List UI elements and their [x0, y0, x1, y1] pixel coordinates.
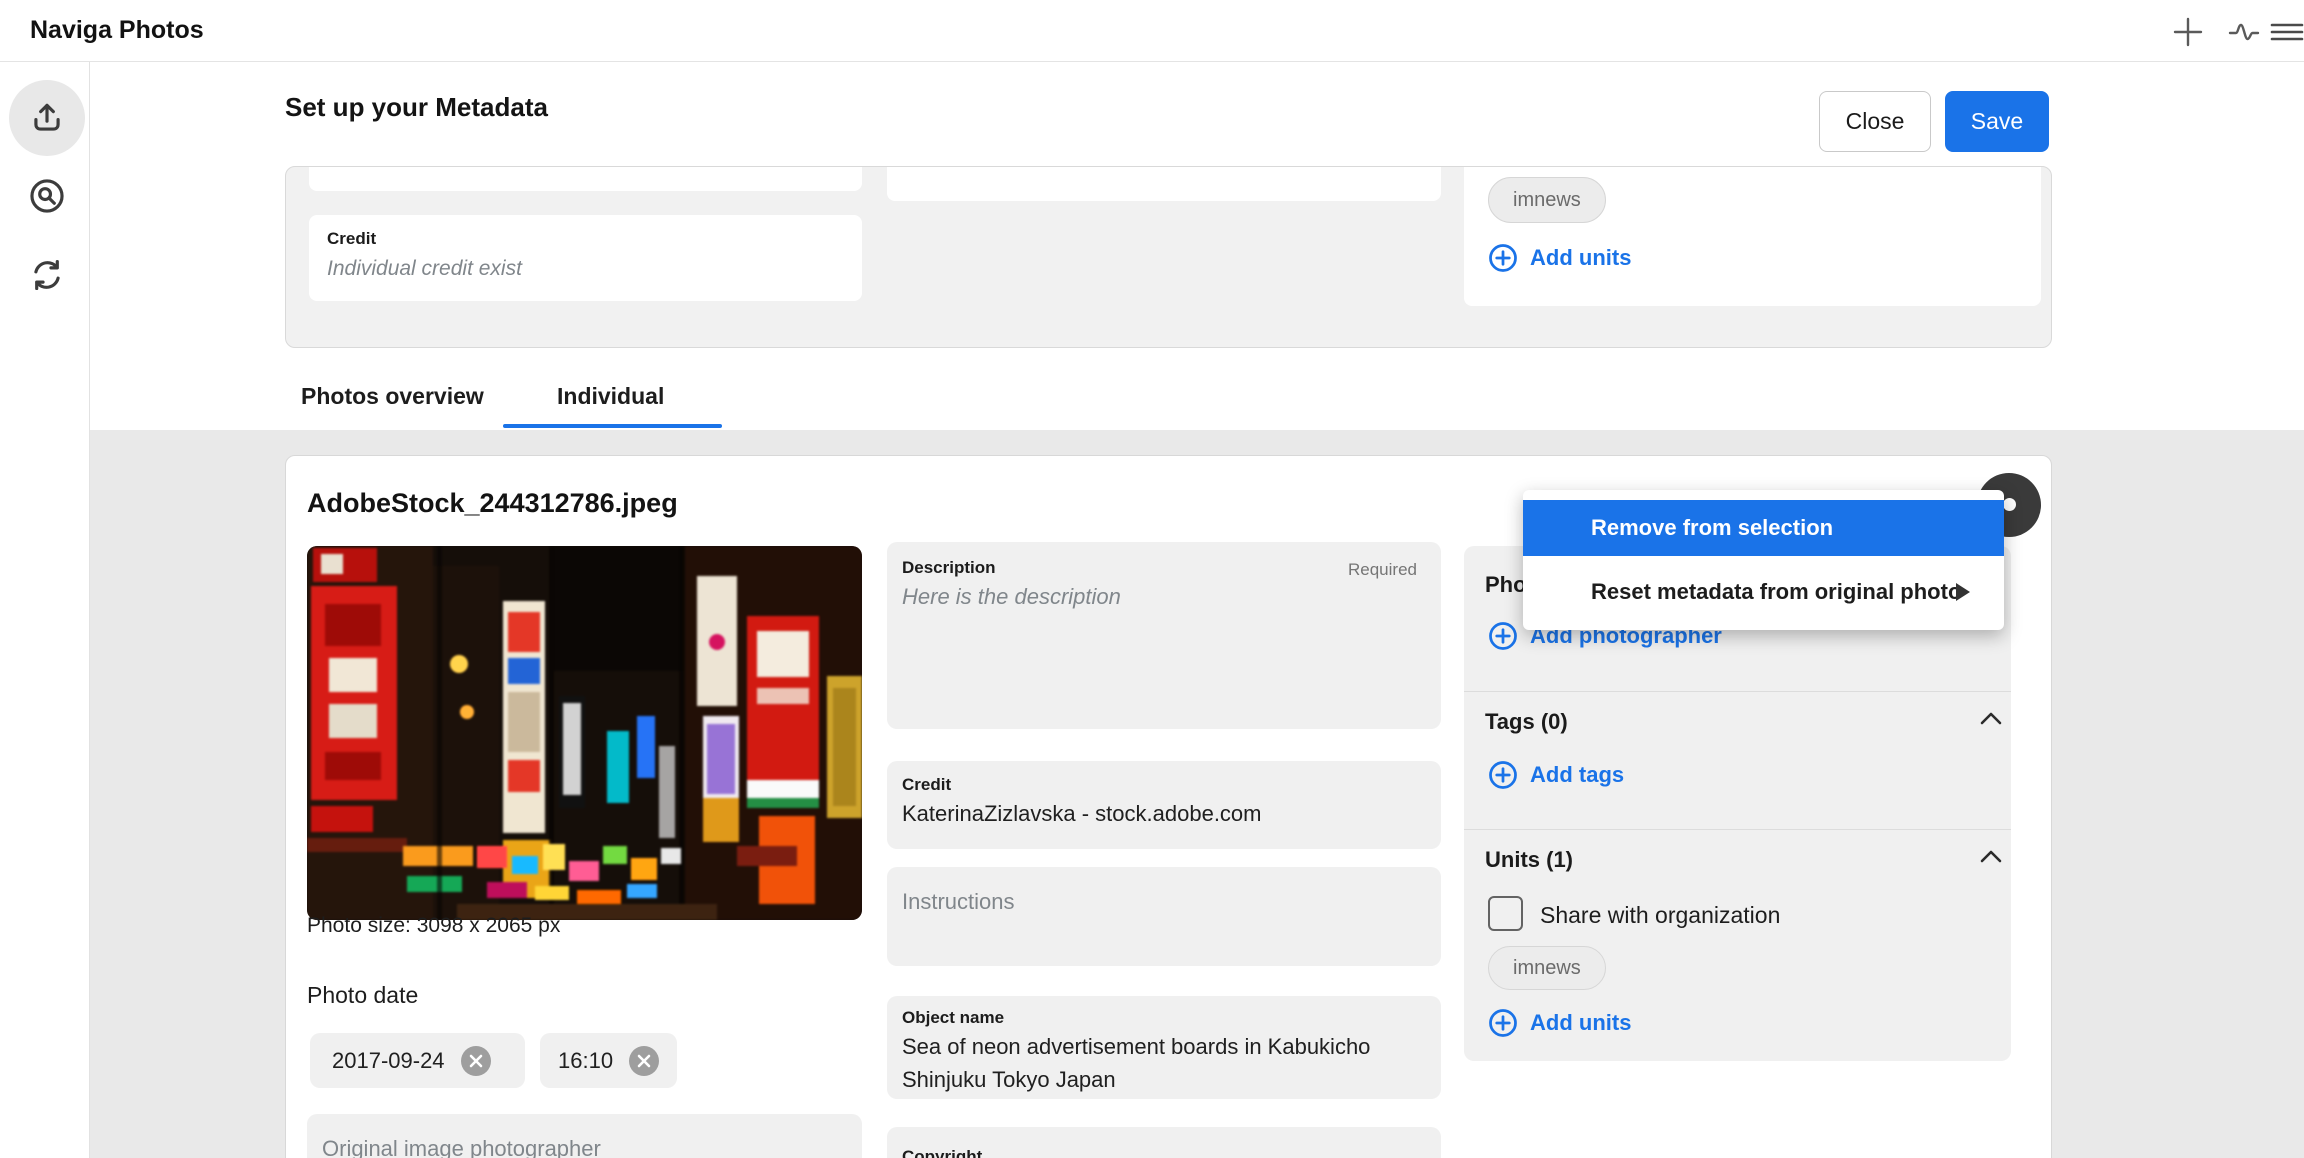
collapse-tags-icon[interactable] — [1976, 706, 2006, 730]
credit-placeholder: Individual credit exist — [327, 257, 844, 281]
sidebar-item-sync[interactable] — [9, 237, 85, 313]
credit-label: Credit — [902, 775, 1417, 795]
active-tab-indicator — [503, 424, 722, 428]
top-bar: Naviga Photos — [0, 0, 2304, 62]
metadata-header: Set up your Metadata Close Save — [90, 62, 2304, 160]
photo-time-value: 16:10 — [558, 1048, 613, 1074]
menu-icon[interactable] — [2268, 14, 2304, 50]
overview-units-card: imnews Add units — [1464, 166, 2041, 306]
object-name-field[interactable]: Object name Sea of neon advertisement bo… — [887, 996, 1441, 1099]
instructions-placeholder: Instructions — [902, 889, 1417, 915]
neon-street-photo — [307, 546, 862, 920]
copyright-field[interactable]: Copyright — [887, 1127, 1441, 1158]
clear-time-icon[interactable] — [629, 1046, 659, 1076]
plus-circle-icon — [1488, 243, 1518, 273]
share-with-organization-checkbox[interactable] — [1488, 896, 1523, 931]
left-sidebar — [0, 62, 90, 1158]
clear-date-icon[interactable] — [461, 1046, 491, 1076]
object-name-label: Object name — [902, 1008, 1417, 1028]
description-placeholder: Here is the description — [902, 584, 1417, 610]
upload-icon — [28, 99, 66, 137]
unit-chip[interactable]: imnews — [1488, 946, 1606, 990]
add-units-button[interactable]: Add units — [1488, 1008, 1631, 1038]
add-icon[interactable] — [2170, 14, 2206, 50]
photo-context-menu: Remove from selection Reset metadata fro… — [1523, 490, 2004, 630]
naviga-photos-app: Naviga Photos Set up your Metadata Close… — [0, 0, 2304, 1158]
object-name-value: Sea of neon advertisement boards in Kabu… — [902, 1030, 1417, 1096]
photo-date-chip[interactable]: 2017-09-24 — [310, 1033, 525, 1088]
original-photographer-field[interactable]: Original image photographer — [307, 1114, 862, 1158]
menu-item-remove-from-selection[interactable]: Remove from selection — [1523, 500, 2004, 556]
original-photographer-placeholder: Original image photographer — [322, 1136, 838, 1158]
description-field[interactable]: Description Required Here is the descrip… — [887, 542, 1441, 729]
close-button[interactable]: Close — [1819, 91, 1931, 152]
copyright-label: Copyright — [902, 1147, 1417, 1158]
add-units-button[interactable]: Add units — [1488, 243, 1631, 273]
photo-filename: AdobeStock_244312786.jpeg — [307, 488, 678, 519]
tab-photos-overview[interactable]: Photos overview — [301, 383, 484, 410]
credit-label: Credit — [327, 229, 376, 248]
tab-individual[interactable]: Individual — [557, 383, 664, 410]
sync-icon — [28, 256, 66, 294]
activity-icon[interactable] — [2226, 14, 2262, 50]
app-title: Naviga Photos — [30, 16, 204, 45]
photo-date-label: Photo date — [307, 982, 418, 1009]
credit-value: KaterinaZizlavska - stock.adobe.com — [902, 797, 1417, 830]
photo-thumbnail[interactable] — [307, 546, 862, 920]
more-dot-icon — [2003, 498, 2016, 511]
truncated-field-middle[interactable] — [887, 166, 1441, 201]
photographers-section-title: Pho — [1485, 572, 1527, 598]
description-label: Description — [902, 558, 1417, 578]
overview-credit-field[interactable]: Credit Individual credit exist — [309, 215, 862, 301]
photo-size-text: Photo size: 3098 x 2065 px — [307, 914, 560, 938]
add-tags-button[interactable]: Add tags — [1488, 760, 1624, 790]
page-title: Set up your Metadata — [285, 92, 548, 123]
plus-circle-icon — [1488, 621, 1518, 651]
required-badge: Required — [1348, 560, 1417, 580]
instructions-field[interactable]: Instructions — [887, 867, 1441, 966]
photo-time-chip[interactable]: 16:10 — [540, 1033, 677, 1088]
sidebar-item-search[interactable] — [9, 158, 85, 234]
units-section-title: Units (1) — [1485, 847, 1573, 873]
panel-divider — [1464, 691, 2011, 692]
search-icon — [28, 177, 66, 215]
menu-item-reset-metadata[interactable]: Reset metadata from original photo — [1523, 556, 2004, 628]
credit-field[interactable]: Credit KaterinaZizlavska - stock.adobe.c… — [887, 761, 1441, 849]
tags-section-title: Tags (0) — [1485, 709, 1568, 735]
sidebar-item-upload[interactable] — [9, 80, 85, 156]
save-button[interactable]: Save — [1945, 91, 2049, 152]
unit-chip[interactable]: imnews — [1488, 177, 1606, 223]
panel-divider — [1464, 829, 2011, 830]
share-with-organization-label: Share with organization — [1540, 902, 1780, 929]
submenu-arrow-icon — [1956, 583, 1970, 601]
overview-metadata-card: Credit Individual credit exist imnews Ad… — [285, 166, 2052, 348]
plus-circle-icon — [1488, 760, 1518, 790]
plus-circle-icon — [1488, 1008, 1518, 1038]
truncated-field-left[interactable] — [309, 166, 862, 191]
photo-date-value: 2017-09-24 — [332, 1048, 445, 1074]
collapse-units-icon[interactable] — [1976, 844, 2006, 868]
